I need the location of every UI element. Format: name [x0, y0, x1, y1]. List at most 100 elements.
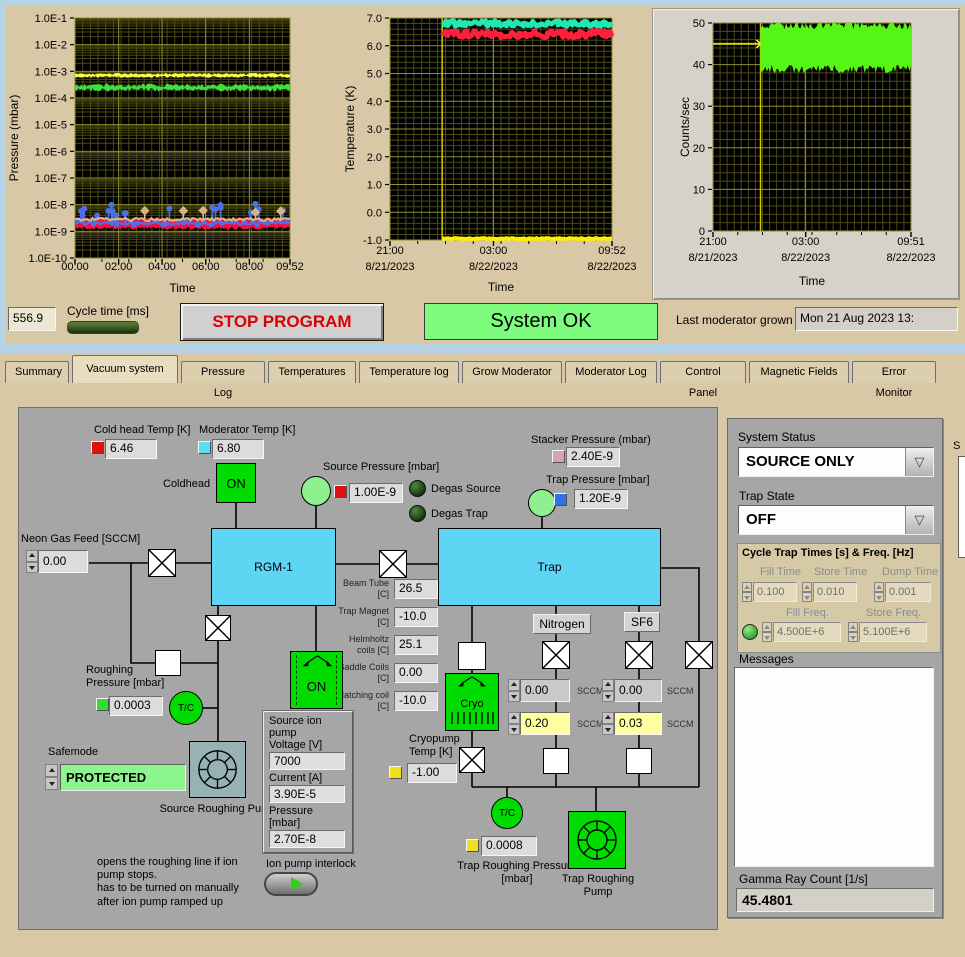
- sf6-flow-input[interactable]: 0.03: [614, 712, 662, 735]
- cycle-time-label: Cycle time [ms]: [67, 304, 150, 318]
- valve-cryo-upper[interactable]: [458, 642, 486, 670]
- neon-feed-spinner[interactable]: [26, 550, 38, 573]
- tab-error-monitor[interactable]: Error Monitor: [852, 361, 936, 399]
- trap-magnet-label: Trap Magnet [C]: [338, 606, 389, 627]
- tab-temperatures[interactable]: Temperatures: [268, 361, 356, 383]
- nitrogen-button[interactable]: Nitrogen: [533, 614, 591, 634]
- tab-summary[interactable]: Summary: [5, 361, 69, 383]
- beam-tube-display: 26.5: [394, 579, 438, 599]
- trap-pressure-display: 1.20E-9: [574, 489, 628, 509]
- svg-text:7.0: 7.0: [367, 13, 382, 25]
- helmholtz-label: Helmholtz coils [C]: [348, 634, 389, 655]
- ion-pressure-label: Pressure [mbar]: [269, 805, 314, 829]
- ion-pump-arrows-icon: [302, 655, 333, 667]
- safemode-spinner[interactable]: [45, 764, 58, 790]
- degas-trap-led[interactable]: [409, 505, 426, 522]
- svg-text:0.0: 0.0: [367, 207, 382, 219]
- safemode-value[interactable]: PROTECTED: [60, 764, 186, 791]
- moderator-temp-label: Moderator Temp [K]: [199, 424, 296, 436]
- tab-temperature-log[interactable]: Temperature log: [359, 361, 459, 383]
- source-ion-pump-on-button[interactable]: ON: [290, 651, 343, 709]
- valve-sf6[interactable]: [625, 641, 653, 669]
- trap-state-label: Trap State: [739, 489, 795, 503]
- cycle-time-display: 556.9: [8, 307, 56, 331]
- trap-roughing-swatch: [466, 839, 479, 852]
- trap-roughing-pump[interactable]: [568, 811, 626, 869]
- tab-magnetic-fields[interactable]: Magnetic Fields: [749, 361, 849, 383]
- svg-text:1.0E-4: 1.0E-4: [35, 93, 67, 105]
- svg-text:8/21/2023: 8/21/2023: [689, 252, 738, 264]
- degas-source-led[interactable]: [409, 480, 426, 497]
- pressure-time-plot: 1.0E-1 1.0E-2 1.0E-3 1.0E-4 1.0E-5 1.0E-6 1.0E…: [7, 13, 304, 295]
- roughing-pressure-display: 0.0003: [109, 696, 163, 716]
- cold-head-temp-display: 6.46: [105, 439, 157, 459]
- cycle-trap-times-group: Cycle Trap Times [s] & Freq. [Hz] Fill T…: [737, 543, 941, 653]
- cryo-arrows-icon: [458, 676, 486, 687]
- cryo-pump[interactable]: Cryo: [445, 673, 499, 731]
- saddle-coils-display: 0.00: [394, 663, 438, 683]
- dump-time-spinner[interactable]: [874, 582, 884, 602]
- moderator-color-swatch: [198, 441, 211, 454]
- trap-state-dropdown[interactable]: OFF: [738, 505, 934, 535]
- temperature-graph: 7.0 6.0 5.0 4.0 3.0 2.0 1.0 0.0 -1.0 21:00 8/21/20…: [330, 0, 660, 300]
- fill-freq-input[interactable]: 4.500E+6: [773, 622, 841, 642]
- trap-vessel: Trap: [438, 528, 661, 606]
- sf6-flow-spinner[interactable]: [602, 712, 614, 735]
- store-time-spinner[interactable]: [802, 582, 812, 602]
- status-sidebar: System Status SOURCE ONLY Trap State OFF…: [727, 418, 943, 918]
- tab-vacuum-system[interactable]: Vacuum system: [72, 355, 178, 383]
- svg-text:1.0E-7: 1.0E-7: [35, 173, 67, 185]
- store-time-input[interactable]: 0.010: [813, 582, 857, 602]
- valve-nitrogen[interactable]: [542, 641, 570, 669]
- source-roughing-pump[interactable]: [189, 741, 246, 798]
- fill-time-spinner[interactable]: [742, 582, 752, 602]
- svg-text:1.0E-1: 1.0E-1: [35, 13, 67, 25]
- roughing-pressure-label: Roughing Pressure [mbar]: [86, 664, 165, 690]
- fill-time-input[interactable]: 0.100: [753, 582, 797, 602]
- nitrogen-set-spinner[interactable]: [508, 679, 520, 702]
- valve-source-roughing[interactable]: [205, 615, 231, 641]
- tab-grow-moderator[interactable]: Grow Moderator: [462, 361, 562, 383]
- tab-pressure-log[interactable]: Pressure Log: [181, 361, 265, 399]
- source-roughing-pump-label: Source Roughing Pump: [159, 803, 277, 815]
- valve-beam-tube[interactable]: [379, 550, 407, 578]
- svg-text:5.0: 5.0: [367, 69, 382, 81]
- svg-text:8/22/2023: 8/22/2023: [588, 261, 637, 273]
- valve-nitrogen-lower[interactable]: [543, 748, 569, 774]
- sf6-button[interactable]: SF6: [624, 612, 660, 632]
- nitrogen-flow-spinner[interactable]: [508, 712, 520, 735]
- dropdown-arrow-icon[interactable]: [905, 448, 933, 476]
- degas-trap-label: Degas Trap: [431, 508, 488, 520]
- svg-text:1.0E-8: 1.0E-8: [35, 200, 67, 212]
- stop-program-button[interactable]: STOP PROGRAM: [180, 303, 384, 341]
- sf6-set-spinner[interactable]: [602, 679, 614, 702]
- store-freq-spinner[interactable]: [848, 622, 858, 642]
- store-freq-input[interactable]: 5.100E+6: [859, 622, 927, 642]
- valve-trap-vent[interactable]: [685, 641, 713, 669]
- neon-feed-input[interactable]: 0.00: [38, 550, 88, 573]
- svg-text:30: 30: [693, 101, 705, 113]
- source-pressure-label: Source Pressure [mbar]: [323, 461, 440, 473]
- window-frame-divider: [0, 344, 965, 353]
- moderator-temp-display: 6.80: [212, 439, 264, 459]
- svg-text:09:52: 09:52: [598, 245, 626, 257]
- valve-sf6-lower[interactable]: [626, 748, 652, 774]
- system-status-dropdown[interactable]: SOURCE ONLY: [738, 447, 934, 477]
- ion-pressure-display: 2.70E-8: [269, 830, 345, 848]
- coldhead-on-button[interactable]: ON: [216, 463, 256, 503]
- dropdown-arrow-icon[interactable]: [905, 506, 933, 534]
- valve-neon-inlet[interactable]: [148, 549, 176, 577]
- svg-text:03:00: 03:00: [480, 245, 508, 257]
- nitrogen-set-input[interactable]: 0.00: [520, 679, 570, 702]
- ion-panel-title: Source ion pump: [269, 715, 322, 739]
- nitrogen-flow-input[interactable]: 0.20: [520, 712, 570, 735]
- dump-time-input[interactable]: 0.001: [885, 582, 931, 602]
- fill-freq-spinner[interactable]: [762, 622, 772, 642]
- tab-control-panel[interactable]: Control Panel: [660, 361, 746, 399]
- sf6-set-input[interactable]: 0.00: [614, 679, 662, 702]
- store-time-label: Store Time: [814, 566, 868, 578]
- tab-moderator-log[interactable]: Moderator Log: [565, 361, 657, 383]
- svg-text:6.0: 6.0: [367, 41, 382, 53]
- system-status-label: System Status: [738, 430, 816, 444]
- labview-vacuum-control-window: { "header": { "cycle_time_value": "556.9…: [0, 0, 965, 957]
